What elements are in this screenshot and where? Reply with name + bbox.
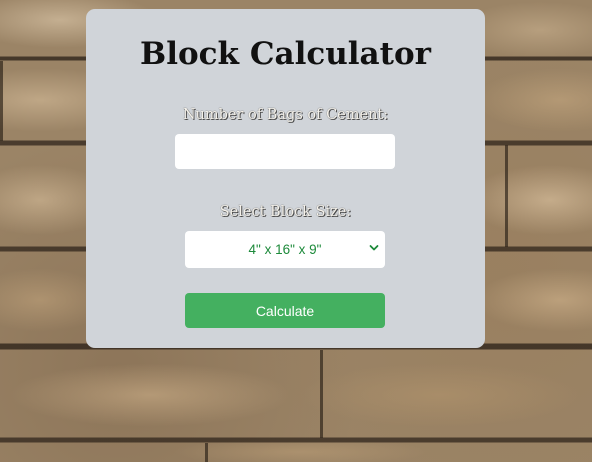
bags-label: Number of Bags of Cement: [182,107,389,123]
calculate-button[interactable]: Calculate [185,293,385,328]
block-size-select[interactable]: 4" x 16" x 9" [185,231,385,268]
chevron-down-icon [369,245,379,251]
block-size-selected-value: 4" x 16" x 9" [248,242,322,257]
page-title: Block Calculator [140,36,431,72]
stone-seam [505,145,508,247]
stone-seam [205,443,208,462]
stone-seam [320,350,323,438]
block-size-label: Select Block Size: [219,204,352,220]
stone-seam [0,61,3,141]
bags-input[interactable] [175,134,395,169]
calculator-card: Block Calculator Number of Bags of Cemen… [86,9,485,348]
